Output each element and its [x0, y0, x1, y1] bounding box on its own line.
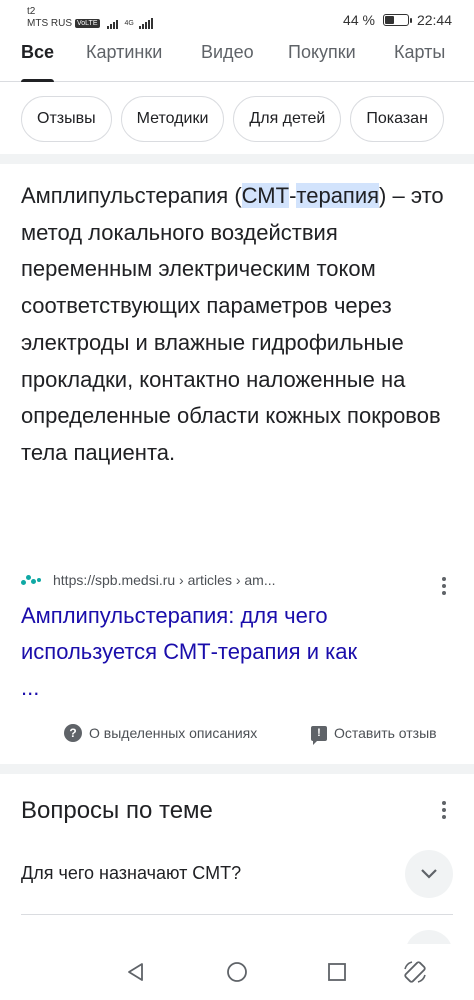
paa-more-options-icon[interactable] [432, 798, 456, 822]
system-navigation-bar [0, 944, 474, 1000]
search-tabs: Все Картинки Видео Покупки Карты [0, 36, 474, 82]
carrier-info: t2 MTS RUS VoLTE 4G [27, 6, 153, 29]
chip-indications[interactable]: Показан [350, 96, 444, 142]
battery-percent: 44 % [343, 12, 375, 28]
featured-snippet-text: Амплипульстерапия (СМТ-терапия) – это ме… [21, 178, 461, 472]
paa-question[interactable]: Для чего назначают СМТ? [21, 863, 241, 884]
feedback-icon: ! [311, 725, 327, 745]
filter-chips: Отзывы Методики Для детей Показан [21, 96, 474, 144]
result-title-link[interactable]: Амплипульстерапия: для чего используется… [21, 598, 451, 706]
tab-shopping[interactable]: Покупки [288, 36, 356, 82]
signal-icon [106, 17, 118, 29]
snippet-highlight-1: СМТ [241, 183, 290, 208]
snippet-highlight-2: терапия [296, 183, 380, 208]
tab-maps[interactable]: Карты [394, 36, 445, 82]
result-title-line-2: используется СМТ-терапия и как [21, 639, 358, 664]
recent-apps-icon[interactable] [323, 958, 351, 986]
more-options-icon[interactable] [432, 574, 456, 598]
expand-chevron-icon[interactable] [405, 850, 453, 898]
chip-for-children[interactable]: Для детей [233, 96, 342, 142]
about-snippets-label: О выделенных описаниях [89, 725, 258, 741]
result-title-line-1: Амплипульстерапия: для чего [21, 603, 328, 628]
battery-icon [382, 14, 412, 26]
volte-badge: VoLTE [75, 18, 100, 28]
feedback-label: Оставить отзыв [334, 725, 437, 741]
section-divider [0, 154, 474, 164]
clock: 22:44 [416, 12, 452, 28]
snippet-feedback: ? О выделенных описаниях ! Оставить отзы… [0, 720, 474, 746]
network-type: 4G [124, 19, 134, 27]
about-snippets-link[interactable]: ? О выделенных описаниях [64, 720, 257, 746]
site-favicon-icon [21, 572, 43, 588]
snippet-body: ) – это метод локального воздействия пер… [21, 183, 444, 465]
carrier-name-1: t2 [27, 6, 36, 17]
home-icon[interactable] [223, 958, 251, 986]
chip-methods[interactable]: Методики [120, 96, 225, 142]
source-url: https://spb.medsi.ru › articles › am... [53, 572, 276, 588]
status-bar: t2 MTS RUS VoLTE 4G 44 % 22:44 [0, 0, 474, 36]
carrier-name-2: MTS RUS [27, 17, 72, 29]
feedback-link[interactable]: ! Оставить отзыв [311, 720, 437, 746]
section-divider-2 [0, 764, 474, 774]
people-also-ask-title: Вопросы по теме [21, 797, 213, 824]
paa-divider [21, 914, 453, 915]
rotate-screen-icon[interactable] [401, 958, 429, 986]
result-source[interactable]: https://spb.medsi.ru › articles › am... [21, 568, 461, 592]
snippet-term: Амплипульстерапия ( [21, 183, 242, 208]
chip-reviews[interactable]: Отзывы [21, 96, 112, 142]
tab-videos[interactable]: Видео [201, 36, 254, 82]
tab-images[interactable]: Картинки [86, 36, 162, 82]
help-icon: ? [64, 724, 82, 742]
signal-icon-2 [138, 17, 153, 29]
tab-all[interactable]: Все [21, 36, 55, 82]
result-title-line-3: ... [21, 675, 40, 700]
back-icon[interactable] [122, 958, 150, 986]
